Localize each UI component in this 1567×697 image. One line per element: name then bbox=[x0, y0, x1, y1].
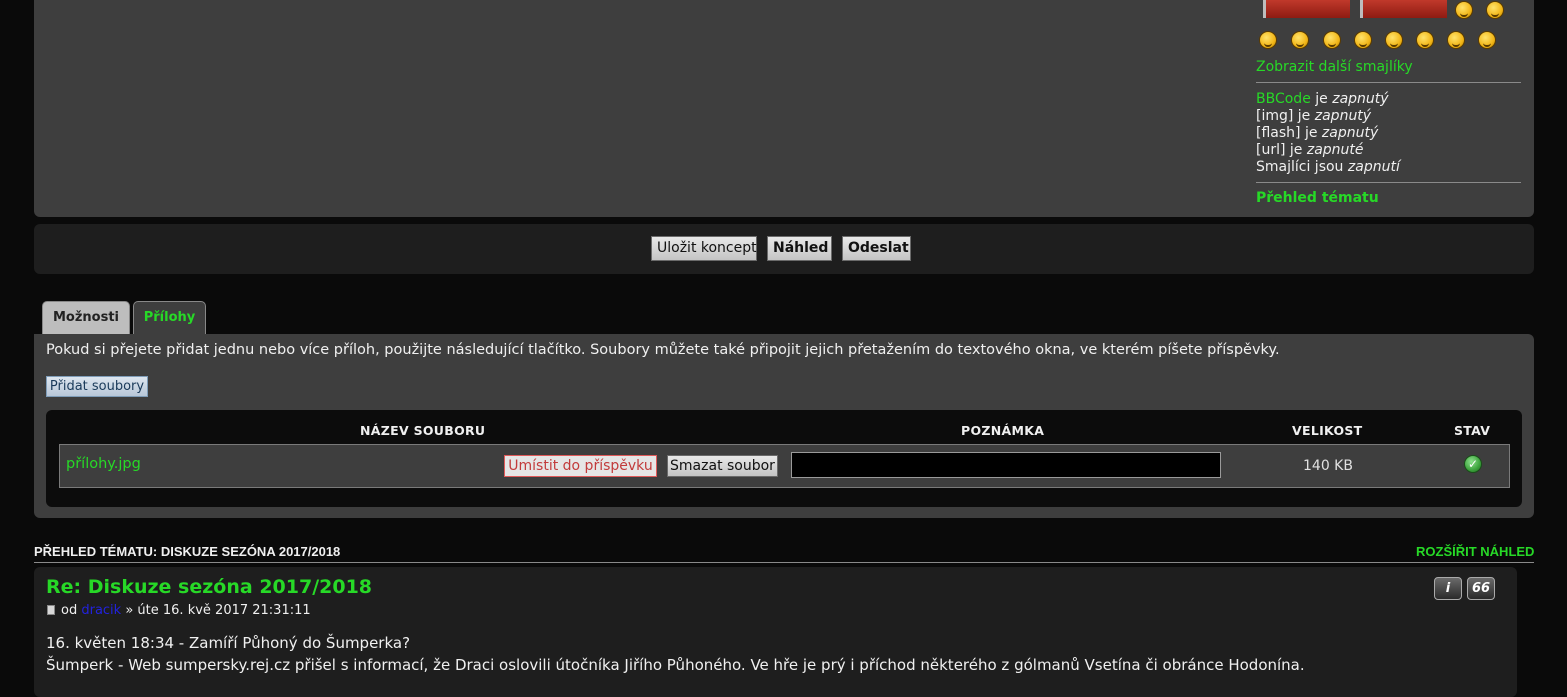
attachments-intro-text: Pokud si přejete přidat jednu nebo více … bbox=[46, 342, 1280, 358]
cool-smiley-icon[interactable] bbox=[1385, 31, 1403, 49]
flag-icon[interactable] bbox=[1263, 0, 1350, 18]
attachment-filename-link[interactable]: přílohy.jpg bbox=[66, 456, 141, 472]
post-title-link[interactable]: Re: Diskuze sezóna 2017/2018 bbox=[46, 576, 372, 598]
preview-button[interactable]: Náhled bbox=[767, 236, 832, 261]
post-body-line: 16. květen 18:34 - Zamíří Půhoný do Šump… bbox=[46, 634, 411, 652]
grin-smiley-icon[interactable] bbox=[1486, 1, 1504, 19]
surprised-smiley-icon[interactable] bbox=[1323, 31, 1341, 49]
wink-smiley-icon[interactable] bbox=[1259, 31, 1277, 49]
post-author-link[interactable]: dracik bbox=[81, 603, 121, 618]
smile-smiley-icon[interactable] bbox=[1291, 31, 1309, 49]
attachment-note-input[interactable] bbox=[791, 452, 1221, 478]
url-state: zapnuté bbox=[1306, 142, 1364, 158]
topic-overview-link[interactable]: Přehled tématu bbox=[1256, 190, 1379, 206]
img-state: zapnutý bbox=[1314, 108, 1372, 124]
column-header-size: VELIKOST bbox=[1292, 423, 1363, 438]
smilies-label: Smajlíci jsou bbox=[1256, 159, 1348, 175]
angry-smiley-icon[interactable] bbox=[1447, 31, 1465, 49]
laughing-smiley-icon[interactable] bbox=[1455, 1, 1473, 19]
table-row bbox=[59, 444, 1510, 488]
url-status: [url] je zapnuté bbox=[1256, 142, 1364, 159]
bbcode-state: zapnutý bbox=[1332, 91, 1389, 107]
post-meta: od dracik » úte 16. kvě 2017 21:31:11 bbox=[47, 603, 311, 618]
more-smilies-link[interactable]: Zobrazit další smajlíky bbox=[1256, 59, 1413, 75]
tab-options[interactable]: Možnosti bbox=[42, 301, 130, 335]
submit-button[interactable]: Odeslat bbox=[842, 236, 911, 261]
save-draft-button[interactable]: Uložit koncept bbox=[651, 236, 757, 261]
post-date: » úte 16. kvě 2017 21:31:11 bbox=[121, 603, 311, 618]
crying-smiley-icon[interactable] bbox=[1416, 31, 1434, 49]
column-header-filename: NÁZEV SOUBORU bbox=[360, 423, 486, 438]
tab-attachments[interactable]: Přílohy bbox=[133, 301, 206, 335]
quote-icon[interactable]: 66 bbox=[1467, 577, 1495, 600]
bbcode-suffix: je bbox=[1310, 91, 1333, 107]
post-body-line: Šumperk - Web sumpersky.rej.cz přišel s … bbox=[46, 656, 1305, 674]
img-label: [img] je bbox=[1256, 108, 1315, 124]
info-icon[interactable]: i bbox=[1434, 577, 1462, 600]
divider bbox=[34, 562, 1534, 563]
url-label: [url] je bbox=[1256, 142, 1307, 158]
smilies-status: Smajlíci jsou zapnutí bbox=[1256, 159, 1400, 176]
place-inline-button[interactable]: Umístit do příspěvku bbox=[504, 455, 657, 477]
img-status: [img] je zapnutý bbox=[1256, 108, 1371, 125]
check-circle-icon: ✓ bbox=[1464, 455, 1482, 473]
divider bbox=[1256, 182, 1521, 183]
flash-state: zapnutý bbox=[1321, 125, 1379, 141]
flag-icon[interactable] bbox=[1360, 0, 1447, 18]
attachment-size: 140 KB bbox=[1303, 458, 1353, 474]
smilies-state: zapnutí bbox=[1347, 159, 1400, 175]
add-files-button[interactable]: Přidat soubory bbox=[46, 376, 148, 397]
neutral-smiley-icon[interactable] bbox=[1478, 31, 1496, 49]
flash-label: [flash] je bbox=[1256, 125, 1322, 141]
expand-view-link[interactable]: ROZŠÍŘIT NÁHLED bbox=[1416, 544, 1534, 559]
column-header-note: POZNÁMKA bbox=[961, 423, 1045, 438]
divider bbox=[1256, 82, 1521, 83]
bbcode-link[interactable]: BBCode bbox=[1256, 91, 1311, 107]
bbcode-status: BBCode je zapnutý bbox=[1256, 91, 1389, 108]
post-by-label: od bbox=[61, 603, 82, 618]
flash-status: [flash] je zapnutý bbox=[1256, 125, 1378, 142]
post-document-icon[interactable] bbox=[47, 605, 55, 615]
column-header-status: STAV bbox=[1454, 423, 1491, 438]
topic-review-title: PŘEHLED TÉMATU: DISKUZE SEZÓNA 2017/2018 bbox=[34, 544, 341, 559]
confused-smiley-icon[interactable] bbox=[1354, 31, 1372, 49]
delete-file-button[interactable]: Smazat soubor bbox=[667, 455, 778, 477]
